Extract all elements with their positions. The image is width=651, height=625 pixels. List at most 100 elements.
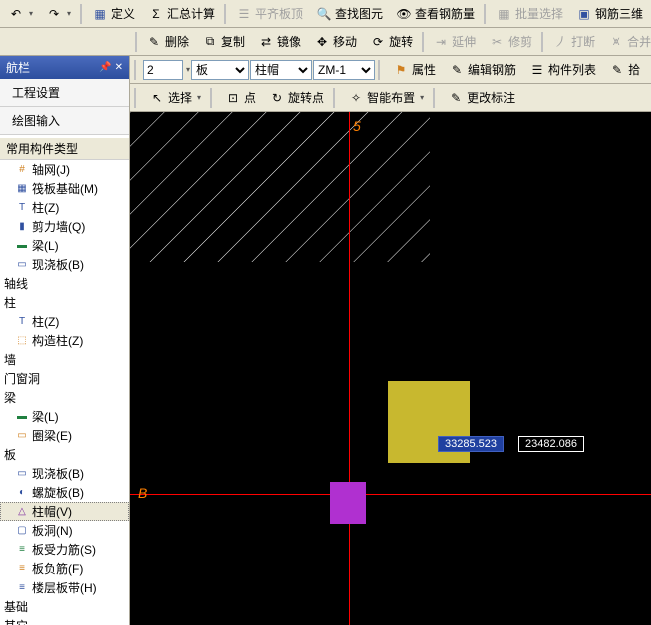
instance-select[interactable]: ZM-1 bbox=[313, 60, 375, 80]
break-icon: ⵰ bbox=[552, 34, 568, 50]
drawing-canvas[interactable]: 5 B 33285.523 23482.086 bbox=[130, 112, 651, 625]
tree-category[interactable]: 基础 bbox=[0, 597, 129, 616]
batch-select-button: ▦批量选择 bbox=[490, 3, 569, 25]
tree-item-label: 板洞(N) bbox=[32, 522, 73, 539]
tree-item[interactable]: △ 柱帽(V) bbox=[0, 502, 129, 521]
tree-category[interactable]: 其它 bbox=[0, 616, 129, 625]
toolbar-selects: ▾ 板 柱帽 ZM-1 ⚑属性 ✎编辑钢筋 ☰构件列表 ✎拾 bbox=[130, 56, 651, 84]
cursor-icon: ↖ bbox=[149, 90, 165, 106]
tree-item-label: 柱(Z) bbox=[32, 313, 59, 330]
tree-item[interactable]: ▦筏板基础(M) bbox=[0, 179, 129, 198]
tree-item-icon: △ bbox=[16, 506, 28, 518]
tab-drawing-input[interactable]: 绘图输入 bbox=[0, 107, 129, 135]
tree-item-icon: T bbox=[16, 316, 28, 328]
subcategory-select[interactable]: 柱帽 bbox=[250, 60, 312, 80]
category-select[interactable]: 板 bbox=[191, 60, 249, 80]
tree-header: 常用构件类型 bbox=[0, 138, 129, 160]
merge-icon: ⩙ bbox=[608, 34, 624, 50]
define-icon: ▦ bbox=[92, 6, 108, 22]
pick-button[interactable]: ✎拾 bbox=[603, 59, 646, 81]
tree-item-label: 轴网(J) bbox=[32, 161, 70, 178]
move-button[interactable]: ✥移动 bbox=[308, 31, 363, 53]
tree-category[interactable]: 墙 bbox=[0, 350, 129, 369]
dropdown-arrow-icon[interactable]: ▾ bbox=[186, 65, 190, 74]
drawing-block-purple[interactable] bbox=[330, 482, 366, 524]
move-icon: ✥ bbox=[314, 34, 330, 50]
tree-item-label: 板负筋(F) bbox=[32, 560, 83, 577]
smart-place-button[interactable]: ✧智能布置▾ bbox=[342, 87, 430, 109]
flat-button: ☰平齐板顶 bbox=[230, 3, 309, 25]
annotation-icon: ✎ bbox=[448, 90, 464, 106]
tree-item-icon: ▭ bbox=[16, 468, 28, 480]
trim-button: ✂修剪 bbox=[483, 31, 538, 53]
properties-button[interactable]: ⚑属性 bbox=[387, 59, 442, 81]
copy-icon: ⧉ bbox=[202, 34, 218, 50]
tree-item-label: 螺旋板(B) bbox=[32, 484, 84, 501]
tree-item[interactable]: ▭现浇板(B) bbox=[0, 255, 129, 274]
cube-icon: ▣ bbox=[576, 6, 592, 22]
eye-icon: 👁 bbox=[396, 6, 412, 22]
pin-icon[interactable]: 📌 ✕ bbox=[99, 62, 123, 73]
tree-item-icon: ▬ bbox=[16, 411, 28, 423]
tree-item[interactable]: ▢ 板洞(N) bbox=[0, 521, 129, 540]
tree-item[interactable]: ▮剪力墙(Q) bbox=[0, 217, 129, 236]
toolbar-edit: ✎删除 ⧉复制 ⇄镜像 ✥移动 ⟳旋转 ⇥延伸 ✂修剪 ⵰打断 ⩙合并 ⤙分 bbox=[0, 28, 651, 56]
tree-item[interactable]: ⬚ 构造柱(Z) bbox=[0, 331, 129, 350]
extend-icon: ⇥ bbox=[433, 34, 449, 50]
merge-button: ⩙合并 bbox=[602, 31, 651, 53]
axis-vertical bbox=[349, 112, 350, 625]
point-button[interactable]: ⊡点 bbox=[219, 87, 262, 109]
tree-item[interactable]: ≡板负筋(F) bbox=[0, 559, 129, 578]
rotate-button[interactable]: ⟳旋转 bbox=[364, 31, 419, 53]
select-button[interactable]: ↖选择▾ bbox=[143, 87, 207, 109]
edit-rebar-button[interactable]: ✎编辑钢筋 bbox=[443, 59, 522, 81]
tree-item-icon: ≡ bbox=[16, 582, 28, 594]
tree-item[interactable]: T柱(Z) bbox=[0, 198, 129, 217]
tree-item-label: 柱帽(V) bbox=[32, 503, 72, 520]
mirror-button[interactable]: ⇄镜像 bbox=[252, 31, 307, 53]
rotate-icon: ⟳ bbox=[370, 34, 386, 50]
tree-category[interactable]: 柱 bbox=[0, 293, 129, 312]
search-icon: 🔍 bbox=[316, 6, 332, 22]
component-tree[interactable]: 常用构件类型#轴网(J)▦筏板基础(M)T柱(Z)▮剪力墙(Q)▬梁(L)▭现浇… bbox=[0, 135, 129, 625]
delete-button[interactable]: ✎删除 bbox=[140, 31, 195, 53]
tree-category[interactable]: 板 bbox=[0, 445, 129, 464]
component-list-button[interactable]: ☰构件列表 bbox=[523, 59, 602, 81]
tree-item[interactable]: #轴网(J) bbox=[0, 160, 129, 179]
edit-annotation-button[interactable]: ✎更改标注 bbox=[442, 87, 521, 109]
tree-item[interactable]: ◐螺旋板(B) bbox=[0, 483, 129, 502]
tree-item-icon: ▬ bbox=[16, 240, 28, 252]
redo-button[interactable]: ↷▾ bbox=[40, 3, 77, 25]
tree-item[interactable]: ▬梁(L) bbox=[0, 236, 129, 255]
list-icon: ☰ bbox=[529, 62, 545, 78]
find-element-button[interactable]: 🔍查找图元 bbox=[310, 3, 389, 25]
rotate-point-button[interactable]: ↻旋转点 bbox=[263, 87, 330, 109]
copy-button[interactable]: ⧉复制 bbox=[196, 31, 251, 53]
tree-item-icon: ⬚ bbox=[16, 335, 28, 347]
tab-project-settings[interactable]: 工程设置 bbox=[0, 79, 129, 107]
tree-item[interactable]: ≡板受力筋(S) bbox=[0, 540, 129, 559]
axis-horizontal bbox=[130, 494, 651, 495]
tree-item[interactable]: ▬梁(L) bbox=[0, 407, 129, 426]
sum-button[interactable]: Σ汇总计算 bbox=[142, 3, 221, 25]
tree-item[interactable]: ▭ 现浇板(B) bbox=[0, 464, 129, 483]
tree-item-icon: ▭ bbox=[16, 430, 28, 442]
tree-item-label: 现浇板(B) bbox=[32, 465, 84, 482]
floor-input[interactable] bbox=[143, 60, 183, 80]
tree-item-label: 板受力筋(S) bbox=[32, 541, 96, 558]
coordinate-x: 33285.523 bbox=[438, 436, 504, 452]
tree-item-label: 筏板基础(M) bbox=[32, 180, 98, 197]
tree-category[interactable]: 门窗洞 bbox=[0, 369, 129, 388]
tree-category[interactable]: 梁 bbox=[0, 388, 129, 407]
check-rebar-button[interactable]: 👁查看钢筋量 bbox=[390, 3, 481, 25]
tree-item[interactable]: ≡楼层板带(H) bbox=[0, 578, 129, 597]
axis-label-5: 5 bbox=[353, 118, 361, 134]
define-button[interactable]: ▦定义 bbox=[86, 3, 141, 25]
tree-item[interactable]: T 柱(Z) bbox=[0, 312, 129, 331]
undo-button[interactable]: ↶▾ bbox=[2, 3, 39, 25]
tree-item[interactable]: ▭圈梁(E) bbox=[0, 426, 129, 445]
tree-item-icon: ▢ bbox=[16, 525, 28, 537]
tree-item-label: 构造柱(Z) bbox=[32, 332, 83, 349]
rebar-3d-button[interactable]: ▣钢筋三维 bbox=[570, 3, 649, 25]
tree-category[interactable]: 轴线 bbox=[0, 274, 129, 293]
